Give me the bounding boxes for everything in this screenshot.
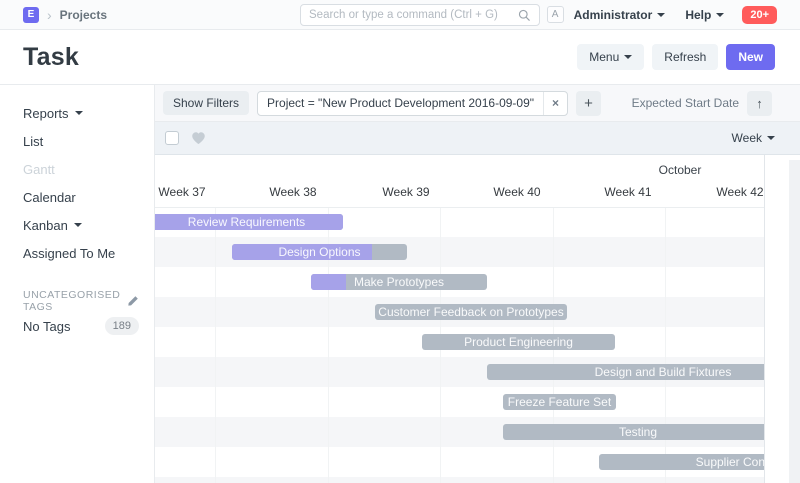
gantt-bar-product-engineering[interactable]: Product Engineering [422, 334, 615, 350]
menu-button[interactable]: Menu [577, 44, 644, 70]
gantt-bar-label: Testing [619, 424, 657, 440]
help-menu-label: Help [685, 8, 711, 22]
sidebar-item-label: Gantt [23, 162, 55, 177]
menu-button-label: Menu [589, 50, 619, 64]
gantt-row [155, 477, 765, 483]
filter-bar: Show Filters Project = "New Product Deve… [155, 85, 800, 122]
gantt-chart: October Week 37 Week 38 Week 39 Week 40 … [155, 155, 800, 483]
page-actions: Menu Refresh New [577, 44, 775, 70]
search-placeholder: Search or type a command (Ctrl + G) [309, 9, 518, 21]
chevron-down-icon [75, 111, 83, 115]
gantt-month-label: October [659, 163, 702, 177]
tag-item-no-tags[interactable]: No Tags 189 [23, 317, 139, 335]
notification-badge[interactable]: 20+ [742, 6, 777, 24]
gantt-bar-label: Supplier Contract [696, 454, 765, 470]
chevron-down-icon [624, 55, 632, 59]
sidebar-item-list[interactable]: List [23, 127, 139, 155]
chevron-down-icon [767, 136, 775, 140]
gantt-week-label: Week 41 [604, 185, 651, 199]
gantt-bar-testing[interactable]: Testing [503, 424, 765, 440]
gantt-bar-design-build-fixtures[interactable]: Design and Build Fixtures [487, 364, 765, 380]
view-range-dropdown[interactable]: Week [732, 131, 775, 145]
remove-filter-icon[interactable]: × [543, 92, 567, 115]
help-menu[interactable]: Help [685, 8, 724, 22]
show-filters-button[interactable]: Show Filters [163, 91, 249, 115]
chevron-down-icon [74, 223, 82, 227]
add-filter-button[interactable]: + [576, 91, 601, 116]
sort-field-label[interactable]: Expected Start Date [632, 96, 739, 110]
new-button-label: New [738, 50, 763, 64]
gantt-bar-label: Freeze Feature Set [508, 394, 611, 410]
gantt-week-label: Week 37 [158, 185, 205, 199]
pencil-icon[interactable] [127, 295, 139, 307]
navbar-right: A Administrator Help 20+ [547, 6, 777, 24]
search-icon [518, 9, 531, 22]
main-content: Show Filters Project = "New Product Deve… [155, 85, 800, 483]
select-all-checkbox[interactable] [165, 131, 179, 145]
gantt-bar-label: Product Engineering [464, 334, 573, 350]
page-title: Task [23, 43, 79, 72]
tag-item-label: No Tags [23, 319, 70, 334]
gantt-bar-design-options[interactable]: Design Options [232, 244, 407, 260]
breadcrumb[interactable]: Projects [60, 8, 107, 22]
chevron-down-icon [657, 13, 665, 17]
tag-count-badge: 189 [105, 317, 139, 335]
user-menu-label: Administrator [574, 8, 653, 22]
gantt-bar-label: Review Requirements [188, 214, 305, 230]
sidebar-item-reports[interactable]: Reports [23, 99, 139, 127]
gantt-row [155, 387, 765, 417]
tags-section-header: UNCATEGORISED TAGS [23, 291, 139, 311]
sidebar-item-label: Kanban [23, 218, 68, 233]
filter-pill-label: Project = "New Product Development 2016-… [258, 96, 543, 110]
gantt-gridline [215, 207, 216, 483]
refresh-button-label: Refresh [664, 50, 706, 64]
sidebar-item-gantt[interactable]: Gantt [23, 155, 139, 183]
avatar-letter: A [552, 9, 559, 20]
scrollbar-track[interactable] [789, 160, 800, 483]
sort-direction-button[interactable]: ↑ [747, 91, 772, 116]
gantt-bar-label: Design and Build Fixtures [595, 364, 732, 380]
gantt-bar-customer-feedback[interactable]: Customer Feedback on Prototypes [375, 304, 567, 320]
gantt-bar-freeze-feature-set[interactable]: Freeze Feature Set [503, 394, 616, 410]
gantt-bar-label: Design Options [278, 244, 360, 260]
gantt-week-label: Week 40 [493, 185, 540, 199]
sidebar-item-label: Assigned To Me [23, 246, 115, 261]
refresh-button[interactable]: Refresh [652, 44, 718, 70]
chevron-down-icon [716, 13, 724, 17]
search-input[interactable]: Search or type a command (Ctrl + G) [300, 4, 540, 26]
sidebar-item-calendar[interactable]: Calendar [23, 183, 139, 211]
new-button[interactable]: New [726, 44, 775, 70]
gantt-bar-label: Customer Feedback on Prototypes [378, 304, 563, 320]
view-range-label: Week [732, 131, 762, 145]
sidebar-item-label: List [23, 134, 43, 149]
avatar[interactable]: A [547, 6, 564, 23]
user-menu[interactable]: Administrator [574, 8, 666, 22]
gantt-grid: October Week 37 Week 38 Week 39 Week 40 … [155, 155, 765, 483]
sidebar: Reports List Gantt Calendar Kanban Assig… [0, 85, 155, 483]
breadcrumb-chevron-icon: › [47, 8, 52, 22]
gantt-bar-make-prototypes[interactable]: Make Prototypes [311, 274, 487, 290]
gantt-week-label: Week 39 [382, 185, 429, 199]
gantt-bar-review-requirements[interactable]: Review Requirements [155, 214, 343, 230]
app-logo[interactable]: E [23, 7, 39, 23]
sidebar-item-label: Reports [23, 106, 69, 121]
sidebar-item-assigned-to-me[interactable]: Assigned To Me [23, 239, 139, 267]
gantt-bar-progress [311, 274, 346, 290]
tags-section-title: UNCATEGORISED TAGS [23, 289, 127, 313]
list-toolbar: Week [155, 122, 800, 155]
page-body: Reports List Gantt Calendar Kanban Assig… [0, 85, 800, 483]
page-head: Task Menu Refresh New [0, 30, 800, 85]
heart-icon[interactable] [191, 131, 206, 145]
gantt-header-divider [155, 207, 765, 208]
logo-letter: E [28, 9, 35, 20]
gantt-week-label: Week 42 [716, 185, 763, 199]
sidebar-item-kanban[interactable]: Kanban [23, 211, 139, 239]
gantt-gridline [665, 207, 666, 483]
sidebar-item-label: Calendar [23, 190, 76, 205]
gantt-bar-label: Make Prototypes [354, 274, 444, 290]
gantt-bar-supplier-contract[interactable]: Supplier Contract [599, 454, 765, 470]
navbar: E › Projects Search or type a command (C… [0, 0, 800, 30]
active-filter-pill[interactable]: Project = "New Product Development 2016-… [257, 91, 568, 116]
gantt-week-label: Week 38 [269, 185, 316, 199]
